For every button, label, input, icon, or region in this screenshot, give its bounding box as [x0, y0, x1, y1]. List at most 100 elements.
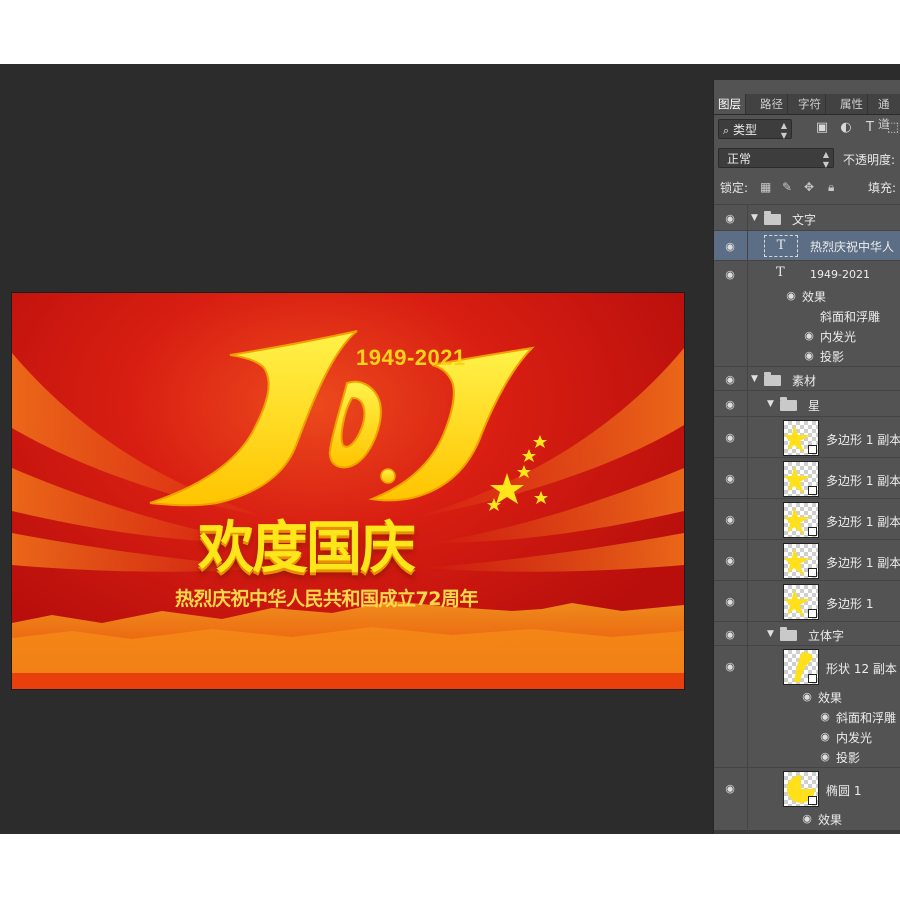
lock-paint-icon[interactable]: ✎ — [782, 180, 792, 194]
eye-icon[interactable]: ◉ — [723, 212, 737, 225]
eye-icon[interactable]: ◉ — [723, 472, 737, 485]
effect-row-inner-glow[interactable]: ◉ 内发光 — [714, 727, 900, 747]
tab-character[interactable]: 字符 — [794, 94, 826, 114]
subline-text: 热烈庆祝中华人民共和国成立72周年 — [175, 588, 478, 610]
eye-icon[interactable]: ◉ — [723, 628, 737, 641]
layer-name: 椭圆 1 — [826, 784, 862, 798]
text-layer-icon: T — [764, 235, 798, 257]
eye-icon[interactable]: ◉ — [723, 398, 737, 411]
eye-icon[interactable]: ◉ — [784, 289, 798, 302]
panel-footer — [714, 830, 900, 834]
lock-label: 锁定: — [720, 181, 749, 195]
small-star-4 — [534, 491, 548, 504]
eye-icon[interactable]: ◉ — [723, 660, 737, 673]
eye-icon[interactable]: ◉ — [723, 268, 737, 281]
lock-all-icon[interactable]: 🔒︎ — [828, 180, 834, 195]
eye-icon[interactable]: ◉ — [723, 513, 737, 526]
eye-icon[interactable]: ◉ — [800, 812, 814, 825]
layer-row-ellipse[interactable]: ◉ 椭圆 1 — [714, 767, 900, 810]
effect-name: 斜面和浮雕 — [836, 711, 897, 725]
layer-row-text-subline[interactable]: ◉ T 热烈庆祝中华人 — [714, 230, 900, 261]
eye-icon[interactable]: ◉ — [723, 431, 737, 444]
layer-row-group-text[interactable]: ◉ ▼ 文字 — [714, 204, 900, 231]
effect-name: 斜面和浮雕 — [820, 310, 881, 324]
layer-row-text-year[interactable]: ◉ T 1949-2021 — [714, 260, 900, 287]
document-canvas[interactable]: 1949-2021 欢度国庆 热烈庆祝中华人民共和国成立72周年 — [12, 293, 684, 689]
tab-channels[interactable]: 通道 — [874, 94, 900, 131]
text-filter-icon[interactable]: T — [863, 121, 877, 135]
layer-name: 多边形 1 副本 — [826, 556, 900, 570]
layer-row-polygon[interactable]: ◉ 多边形 1 副本 — [714, 457, 900, 499]
layer-name: 立体字 — [808, 629, 845, 643]
logo-digit-one-left — [149, 330, 358, 507]
adjustment-filter-icon[interactable]: ◐ — [839, 121, 853, 135]
effects-label: 效果 — [818, 691, 843, 705]
layer-thumbnail — [783, 771, 819, 807]
eye-icon[interactable]: ◉ — [802, 349, 816, 362]
chevron-down-icon[interactable]: ▼ — [767, 399, 774, 409]
chevron-down-icon[interactable]: ▼ — [751, 374, 758, 384]
layer-thumbnail — [783, 584, 819, 620]
tab-properties[interactable]: 属性 — [836, 94, 868, 114]
eye-icon[interactable]: ◉ — [800, 690, 814, 703]
filter-kind-label: 类型 — [733, 123, 758, 137]
effect-row-inner-glow[interactable]: ◉ 内发光 — [714, 326, 900, 346]
layer-name: 多边形 1 副本 — [826, 433, 900, 447]
shape-filter-icon[interactable]: ⬚ — [886, 121, 900, 135]
effect-name: 投影 — [836, 751, 861, 765]
eye-icon[interactable]: ◉ — [723, 782, 737, 795]
layer-name: 热烈庆祝中华人 — [810, 240, 895, 254]
lock-position-icon[interactable]: ✥ — [804, 180, 814, 194]
layer-row-group-material[interactable]: ◉ ▼ 素材 — [714, 366, 900, 391]
layer-thumbnail — [783, 461, 819, 497]
layer-row-polygon[interactable]: ◉ 多边形 1 副本 — [714, 539, 900, 581]
eye-icon[interactable]: ◉ — [818, 710, 832, 723]
eye-icon[interactable]: ◉ — [723, 240, 737, 253]
blend-mode-label: 正常 — [727, 152, 752, 166]
layer-row-shape[interactable]: ◉ 形状 12 副本 — [714, 645, 900, 688]
effect-name: 内发光 — [820, 330, 857, 344]
eye-icon[interactable]: ◉ — [723, 373, 737, 386]
eye-icon[interactable]: ◉ — [723, 554, 737, 567]
tab-layers[interactable]: 图层 — [714, 94, 746, 114]
effects-row[interactable]: ◉ 效果 — [714, 286, 900, 306]
layer-filter-select[interactable]: ⌕ 类型 ▲ ▼ — [718, 119, 792, 140]
stepper-arrows-icon: ▲ ▼ — [780, 121, 787, 140]
eye-icon[interactable]: ◉ — [723, 595, 737, 608]
effect-name: 投影 — [820, 350, 845, 364]
lock-transparency-icon[interactable]: ▦ — [760, 180, 771, 194]
layer-row-group-3d-text[interactable]: ◉ ▼ 立体字 — [714, 621, 900, 646]
chevron-down-icon[interactable]: ▼ — [767, 629, 774, 639]
chevron-down-icon[interactable]: ▼ — [751, 213, 758, 223]
layer-row-polygon[interactable]: ◉ 多边形 1 — [714, 580, 900, 622]
effects-row[interactable]: ◉ 效果 — [714, 809, 900, 829]
layer-name: 多边形 1 副本 — [826, 474, 900, 488]
eye-icon[interactable]: ◉ — [802, 329, 816, 342]
logo-10-1 — [149, 330, 548, 511]
layer-name: 1949-2021 — [810, 268, 870, 281]
search-icon: ⌕ — [723, 124, 730, 137]
layer-row-polygon[interactable]: ◉ 多边形 1 副本 — [714, 416, 900, 458]
image-filter-icon[interactable]: ▣ — [815, 121, 829, 135]
layer-row-group-star[interactable]: ◉ ▼ 星 — [714, 390, 900, 417]
eye-icon[interactable]: ◉ — [818, 730, 832, 743]
blend-mode-select[interactable]: 正常 ▲ ▼ — [718, 148, 834, 169]
logo-dot — [380, 468, 396, 484]
layer-name: 多边形 1 副本 — [826, 515, 900, 529]
layer-name: 素材 — [792, 374, 817, 388]
small-star-2 — [522, 449, 536, 462]
effect-row-drop-shadow[interactable]: ◉ 投影 — [714, 747, 900, 767]
effect-name: 内发光 — [836, 731, 873, 745]
effect-row-bevel[interactable]: 斜面和浮雕 — [714, 306, 900, 326]
effects-label: 效果 — [818, 813, 843, 827]
effects-row[interactable]: ◉ 效果 — [714, 687, 900, 707]
fill-label: 填充: — [868, 181, 897, 195]
layers-list: ◉ ▼ 文字 ◉ T 热烈庆祝中华人 ◉ T 1949-2021 ◉ 效果 斜面… — [714, 204, 900, 834]
layer-row-polygon[interactable]: ◉ 多边形 1 副本 — [714, 498, 900, 540]
effect-row-bevel[interactable]: ◉ 斜面和浮雕 — [714, 707, 900, 727]
effect-row-drop-shadow[interactable]: ◉ 投影 — [714, 346, 900, 366]
tab-paths[interactable]: 路径 — [756, 94, 788, 114]
layer-name: 星 — [808, 399, 821, 413]
layer-thumbnail — [783, 502, 819, 538]
eye-icon[interactable]: ◉ — [818, 750, 832, 763]
